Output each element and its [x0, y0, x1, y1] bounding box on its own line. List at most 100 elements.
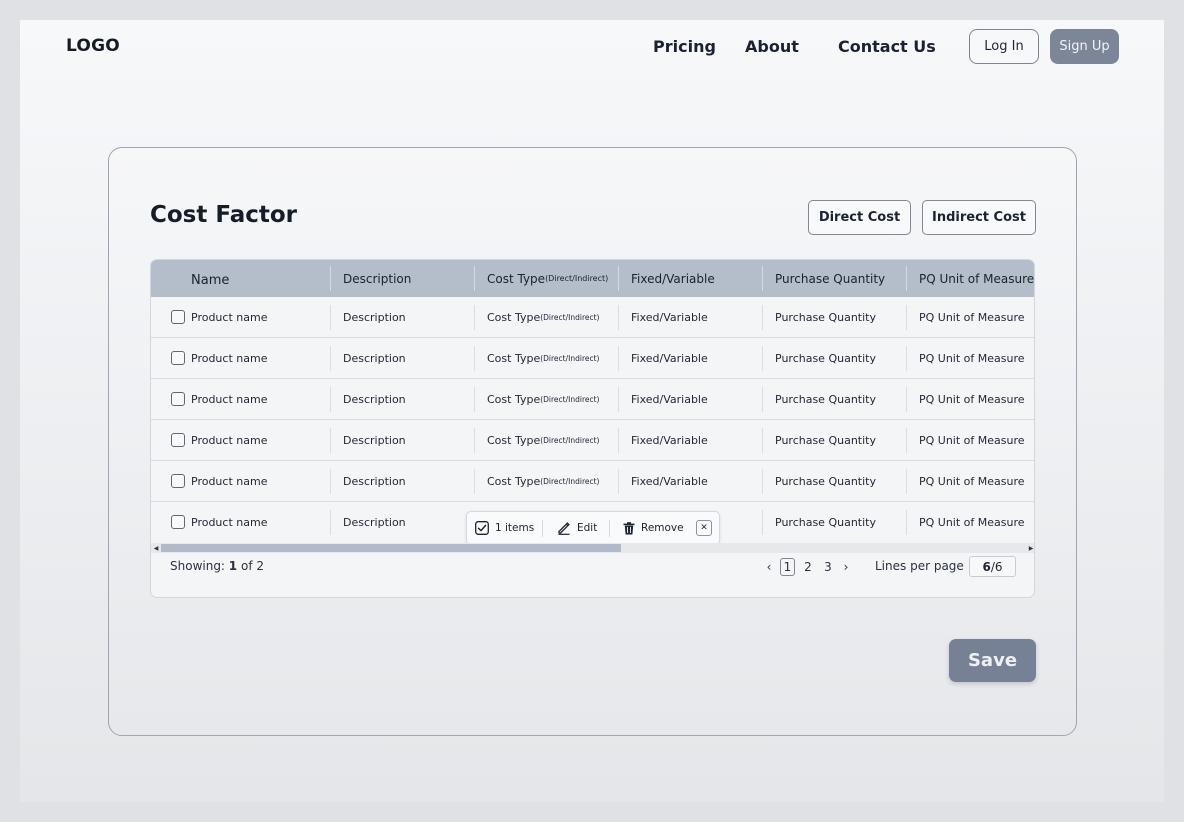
- indirect-cost-button[interactable]: Indirect Cost: [922, 200, 1036, 235]
- showing-status: Showing: 1 of 2: [170, 559, 264, 573]
- column-divider: [330, 305, 331, 330]
- cell-cost-type: Cost Type (Direct/Indirect): [487, 420, 599, 460]
- row-checkbox[interactable]: [171, 392, 185, 406]
- lines-current: 6: [982, 559, 991, 574]
- selection-action-bar: 1 items Edit Remove ✕: [466, 511, 720, 545]
- selected-count[interactable]: 1 items: [475, 512, 534, 544]
- remove-button[interactable]: Remove: [623, 512, 684, 544]
- cell-name: Product name: [191, 433, 268, 447]
- table-row[interactable]: Product name Description Cost Type (Direc…: [151, 379, 1034, 420]
- column-divider: [618, 305, 619, 330]
- column-divider: [330, 346, 331, 371]
- column-divider: [762, 510, 763, 535]
- next-page-icon[interactable]: ›: [841, 558, 851, 576]
- row-checkbox[interactable]: [171, 310, 185, 324]
- edit-label: Edit: [577, 522, 598, 534]
- column-header-cost-type[interactable]: Cost Type (Direct/Indirect): [487, 260, 608, 297]
- page-3[interactable]: 3: [822, 558, 834, 576]
- lines-per-page-label: Lines per page: [875, 559, 964, 573]
- cell-name: Product name: [191, 515, 268, 529]
- selected-count-label: 1 items: [495, 522, 535, 534]
- column-divider: [762, 346, 763, 371]
- cell-cost-type: Cost Type (Direct/Indirect): [487, 338, 599, 378]
- cell-description: Description: [343, 351, 406, 365]
- logo[interactable]: LOGO: [66, 36, 120, 56]
- column-divider: [330, 266, 331, 291]
- cost-type-value: Cost Type: [487, 474, 541, 488]
- nav-link-about[interactable]: About: [745, 37, 799, 56]
- column-divider: [474, 346, 475, 371]
- column-divider: [474, 266, 475, 291]
- cost-factor-card: Cost Factor Direct Cost Indirect Cost Na…: [108, 147, 1077, 736]
- showing-current: 1: [228, 559, 238, 573]
- column-header-pq-unit[interactable]: PQ Unit of Measure: [919, 260, 1034, 297]
- edit-button[interactable]: Edit: [557, 512, 597, 544]
- cost-type-sublabel: (Direct/Indirect): [545, 274, 609, 283]
- cell-description: Description: [343, 474, 406, 488]
- column-header-description[interactable]: Description: [343, 260, 411, 297]
- column-divider: [618, 387, 619, 412]
- column-divider: [330, 428, 331, 453]
- page-2[interactable]: 2: [802, 558, 814, 576]
- table-row[interactable]: Product name Description Cost Type (Direc…: [151, 420, 1034, 461]
- cost-type-sub-value: (Direct/Indirect): [540, 312, 600, 322]
- table-header: Name Description Cost Type (Direct/Indire…: [151, 260, 1034, 297]
- column-divider: [330, 469, 331, 494]
- signup-button[interactable]: Sign Up: [1050, 29, 1119, 64]
- cell-cost-type: Cost Type (Direct/Indirect): [487, 297, 599, 337]
- row-checkbox[interactable]: [171, 351, 185, 365]
- column-divider: [330, 510, 331, 535]
- row-checkbox[interactable]: [171, 433, 185, 447]
- cost-type-sub-value: (Direct/Indirect): [540, 394, 600, 404]
- cost-type-label: Cost Type: [487, 271, 546, 286]
- horizontal-scrollbar[interactable]: ◀ ▶: [151, 543, 1034, 553]
- nav-link-pricing[interactable]: Pricing: [653, 37, 716, 56]
- column-divider: [762, 266, 763, 291]
- scroll-left-icon[interactable]: ◀: [151, 543, 161, 553]
- row-checkbox[interactable]: [171, 515, 185, 529]
- cell-name: Product name: [191, 351, 268, 365]
- remove-label: Remove: [641, 522, 684, 534]
- column-header-name[interactable]: Name: [191, 260, 229, 297]
- nav-link-contact[interactable]: Contact Us: [838, 37, 936, 56]
- close-icon[interactable]: ✕: [696, 520, 712, 536]
- page-1[interactable]: 1: [780, 558, 795, 576]
- column-divider: [618, 346, 619, 371]
- scroll-right-icon[interactable]: ▶: [1026, 543, 1034, 553]
- scrollbar-thumb[interactable]: [161, 544, 621, 552]
- login-button[interactable]: Log In: [969, 29, 1039, 64]
- cell-purchase-quantity: Purchase Quantity: [775, 515, 876, 529]
- cell-description: Description: [343, 310, 406, 324]
- showing-prefix: Showing:: [170, 559, 229, 573]
- table-row[interactable]: Product name Description Cost Type (Direc…: [151, 338, 1034, 379]
- lines-per-page-select[interactable]: 6/6: [969, 556, 1016, 577]
- cost-type-sub-value: (Direct/Indirect): [540, 353, 600, 363]
- column-divider: [474, 387, 475, 412]
- prev-page-icon[interactable]: ‹: [764, 558, 774, 576]
- column-divider: [762, 305, 763, 330]
- cell-purchase-quantity: Purchase Quantity: [775, 474, 876, 488]
- column-divider: [906, 346, 907, 371]
- cell-pq-unit: PQ Unit of Measure: [919, 474, 1025, 488]
- direct-cost-button[interactable]: Direct Cost: [808, 200, 911, 235]
- column-divider: [906, 428, 907, 453]
- column-divider: [474, 469, 475, 494]
- cell-pq-unit: PQ Unit of Measure: [919, 433, 1025, 447]
- cost-factor-table: Name Description Cost Type (Direct/Indire…: [150, 259, 1035, 598]
- cell-fixed-variable: Fixed/Variable: [631, 392, 708, 406]
- table-row[interactable]: Product name Description Cost Type (Direc…: [151, 297, 1034, 338]
- showing-suffix: of 2: [237, 559, 264, 573]
- column-divider: [906, 387, 907, 412]
- cost-type-value: Cost Type: [487, 351, 541, 365]
- cell-name: Product name: [191, 392, 268, 406]
- cell-purchase-quantity: Purchase Quantity: [775, 351, 876, 365]
- column-header-purchase-quantity[interactable]: Purchase Quantity: [775, 260, 885, 297]
- table-row[interactable]: Product name Description Cost Type (Direc…: [151, 461, 1034, 502]
- cell-description: Description: [343, 433, 406, 447]
- row-checkbox[interactable]: [171, 474, 185, 488]
- save-button[interactable]: Save: [949, 639, 1036, 682]
- cost-type-value: Cost Type: [487, 433, 541, 447]
- cell-fixed-variable: Fixed/Variable: [631, 351, 708, 365]
- column-header-fixed-variable[interactable]: Fixed/Variable: [631, 260, 715, 297]
- column-divider: [906, 266, 907, 291]
